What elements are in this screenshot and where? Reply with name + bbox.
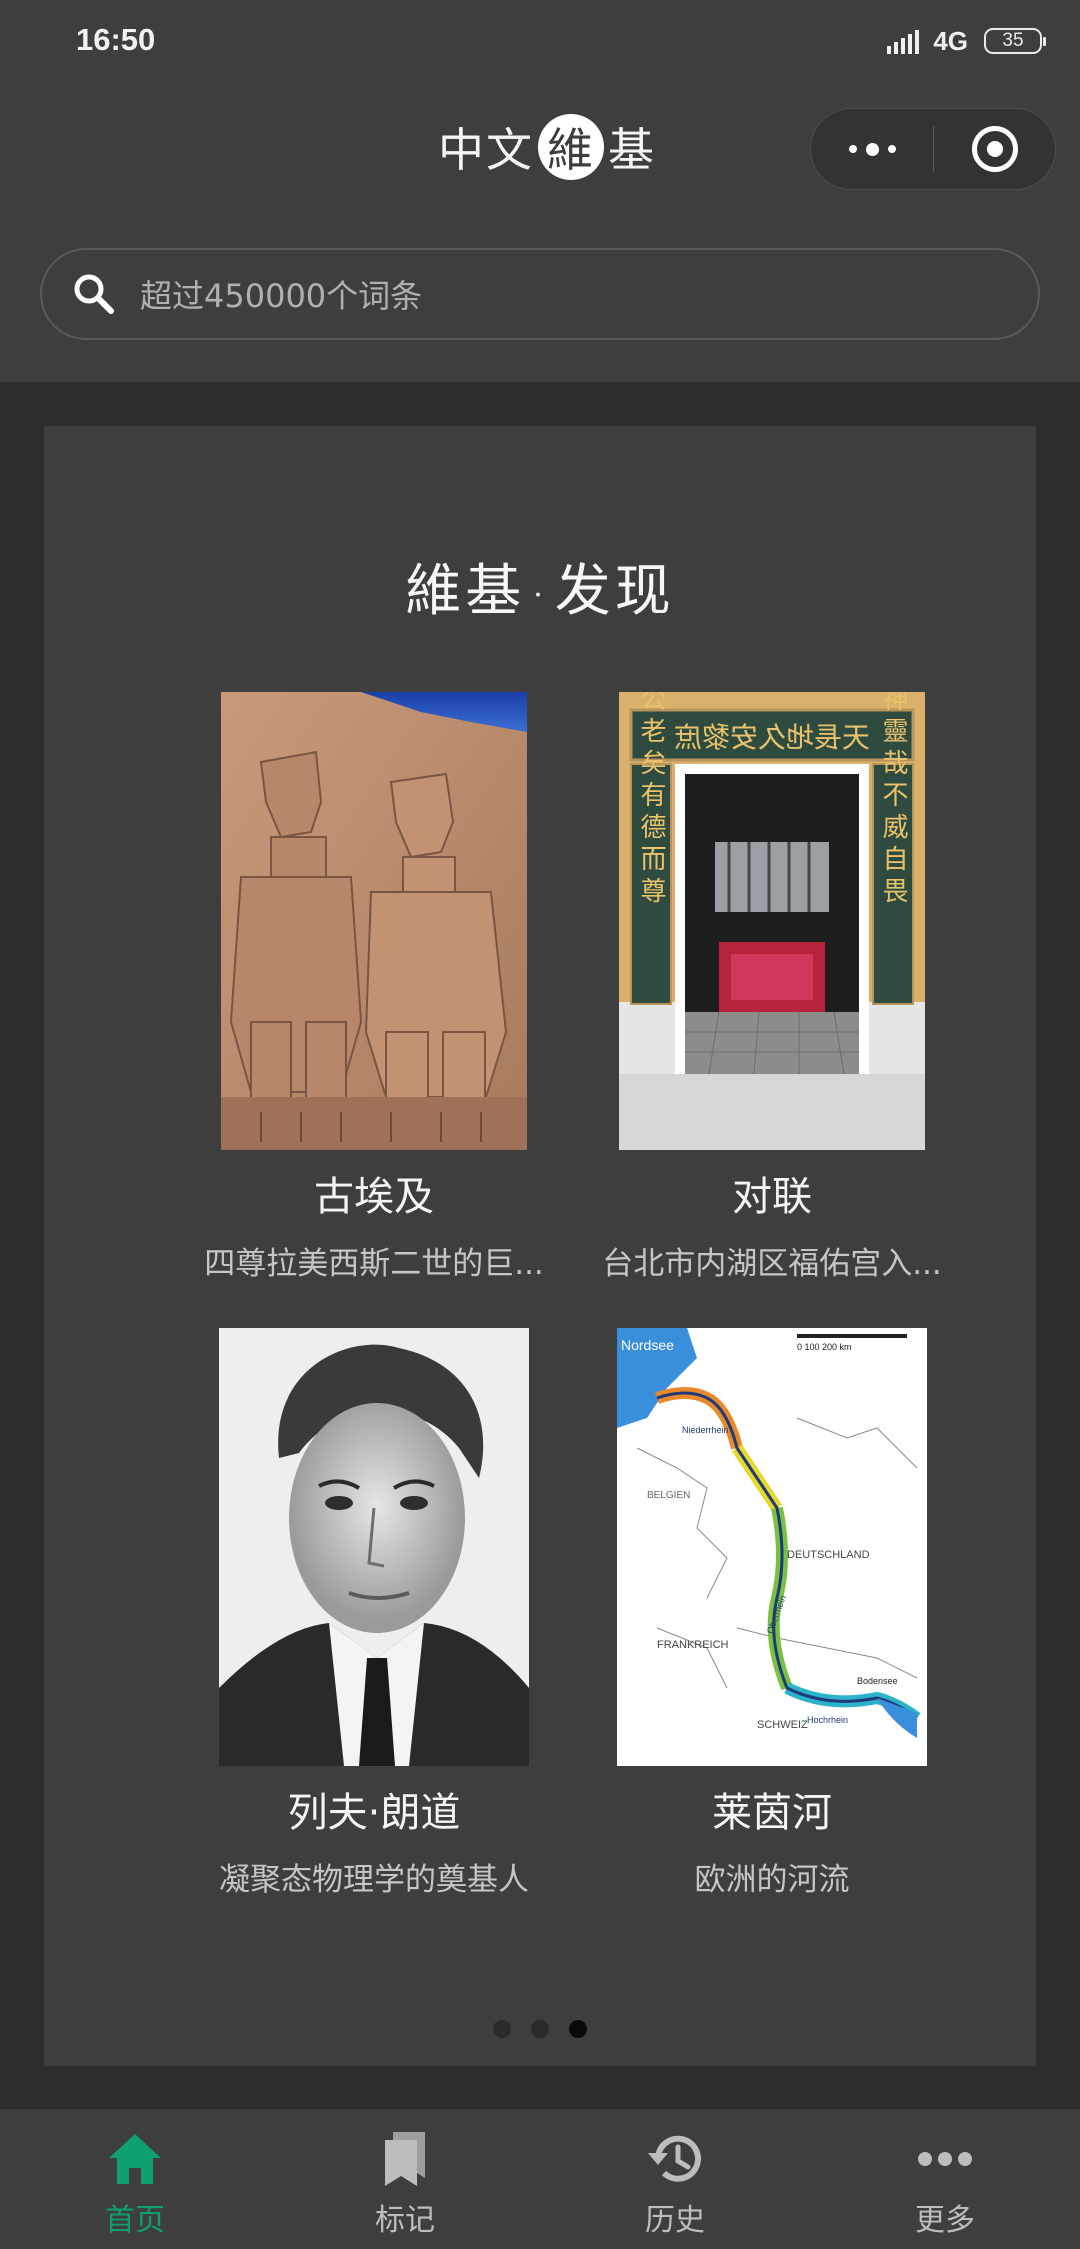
discover-title-left: 維基 <box>405 559 526 624</box>
couplet-left-text: 公老矣有德而尊 <box>636 692 666 909</box>
signal-icon <box>887 28 925 54</box>
search-input[interactable]: 超过450000个词条 <box>40 248 1040 340</box>
discover-item-rhine[interactable]: Nordsee 0 100 200 km BELGIEN DEUTSCHLAND… <box>562 1328 982 1899</box>
temple-couplet-image: 天長地久安黎庶 公老矣有德而尊 神靈哉不威自畏 <box>619 692 925 1150</box>
map-scale-label: 0 100 200 km <box>797 1342 852 1352</box>
status-indicators: 4G 35 <box>887 25 1046 56</box>
pager-dot-active[interactable] <box>569 2020 587 2038</box>
discover-title-dot: · <box>533 578 547 613</box>
search-icon <box>74 274 114 314</box>
discover-item-name: 对联 <box>732 1174 812 1220</box>
discover-item-name: 古埃及 <box>314 1174 434 1220</box>
rhine-map-image: Nordsee 0 100 200 km BELGIEN DEUTSCHLAND… <box>617 1328 927 1766</box>
app-logo: 中文 維 基 <box>438 112 656 182</box>
tab-label: 首页 <box>105 2203 165 2238</box>
map-high-rhine-label: Hochrhein <box>807 1715 848 1725</box>
home-icon <box>105 2129 165 2189</box>
app-header: 16:50 4G 35 中文 維 基 超过450000个词条 <box>0 0 1080 382</box>
tab-label: 更多 <box>915 2203 975 2238</box>
logo-text-left: 中文 <box>438 123 534 177</box>
pager-dot[interactable] <box>531 2020 549 2038</box>
bookmark-icon <box>375 2129 435 2189</box>
map-sea-label: Nordsee <box>621 1337 674 1353</box>
discover-item-desc: 台北市内湖区福佑宫入... <box>602 1246 942 1282</box>
discover-card: 維基 · 发现 古埃及 四尊拉美西斯二世的巨... 天長地久安黎庶 公老矣有德而… <box>44 426 1036 2066</box>
status-time: 16:50 <box>76 22 156 57</box>
miniprogram-capsule <box>810 108 1056 190</box>
logo-text-right: 基 <box>608 123 656 177</box>
tab-label: 历史 <box>645 2203 705 2238</box>
network-type: 4G <box>933 25 968 56</box>
tab-home[interactable]: 首页 <box>0 2109 270 2249</box>
discover-title-right: 发现 <box>554 559 675 624</box>
battery-level: 35 <box>1002 30 1024 51</box>
target-icon <box>971 126 1018 172</box>
logo-circle-char: 維 <box>538 114 604 180</box>
discover-item-desc: 四尊拉美西斯二世的巨... <box>204 1246 544 1282</box>
couplet-right-text: 神靈哉不威自畏 <box>878 692 908 909</box>
capsule-more-button[interactable] <box>811 109 933 189</box>
tab-history[interactable]: 历史 <box>540 2109 810 2249</box>
discover-title: 維基 · 发现 <box>44 546 1036 627</box>
tab-more[interactable]: 更多 <box>810 2109 1080 2249</box>
tab-label: 标记 <box>375 2203 435 2238</box>
history-icon <box>645 2129 705 2189</box>
map-france-label: FRANKREICH <box>657 1639 729 1651</box>
status-bar: 16:50 4G 35 <box>0 0 1080 84</box>
discover-item-couplet[interactable]: 天長地久安黎庶 公老矣有德而尊 神靈哉不威自畏 对联 台北市内湖区福佑宫入... <box>562 692 982 1283</box>
search-placeholder: 超过450000个词条 <box>140 277 423 315</box>
landau-portrait-image <box>219 1328 529 1766</box>
discover-item-name: 列夫·朗道 <box>287 1790 461 1836</box>
discover-item-desc: 凝聚态物理学的奠基人 <box>219 1862 529 1898</box>
map-belgium-label: BELGIEN <box>647 1490 690 1501</box>
tab-bookmarks[interactable]: 标记 <box>270 2109 540 2249</box>
map-lower-rhine-label: Niederrhein <box>682 1425 729 1435</box>
egypt-statues-image <box>221 692 527 1150</box>
map-germany-label: DEUTSCHLAND <box>787 1549 870 1561</box>
discover-item-egypt[interactable]: 古埃及 四尊拉美西斯二世的巨... <box>164 692 584 1283</box>
map-lake-label: Bodensee <box>857 1676 898 1686</box>
map-swiss-label: SCHWEIZ <box>757 1719 808 1731</box>
carousel-pager[interactable] <box>44 2020 1036 2038</box>
battery-icon: 35 <box>984 28 1046 54</box>
discover-item-landau[interactable]: 列夫·朗道 凝聚态物理学的奠基人 <box>164 1328 584 1899</box>
more-icon <box>915 2129 975 2189</box>
discover-item-name: 莱茵河 <box>712 1790 832 1836</box>
couplet-top-text: 天長地久安黎庶 <box>674 721 870 754</box>
bottom-tab-bar: 首页 标记 历史 更多 <box>0 2108 1080 2249</box>
pager-dot[interactable] <box>493 2020 511 2038</box>
discover-item-desc: 欧洲的河流 <box>694 1862 850 1898</box>
capsule-close-button[interactable] <box>934 109 1055 189</box>
